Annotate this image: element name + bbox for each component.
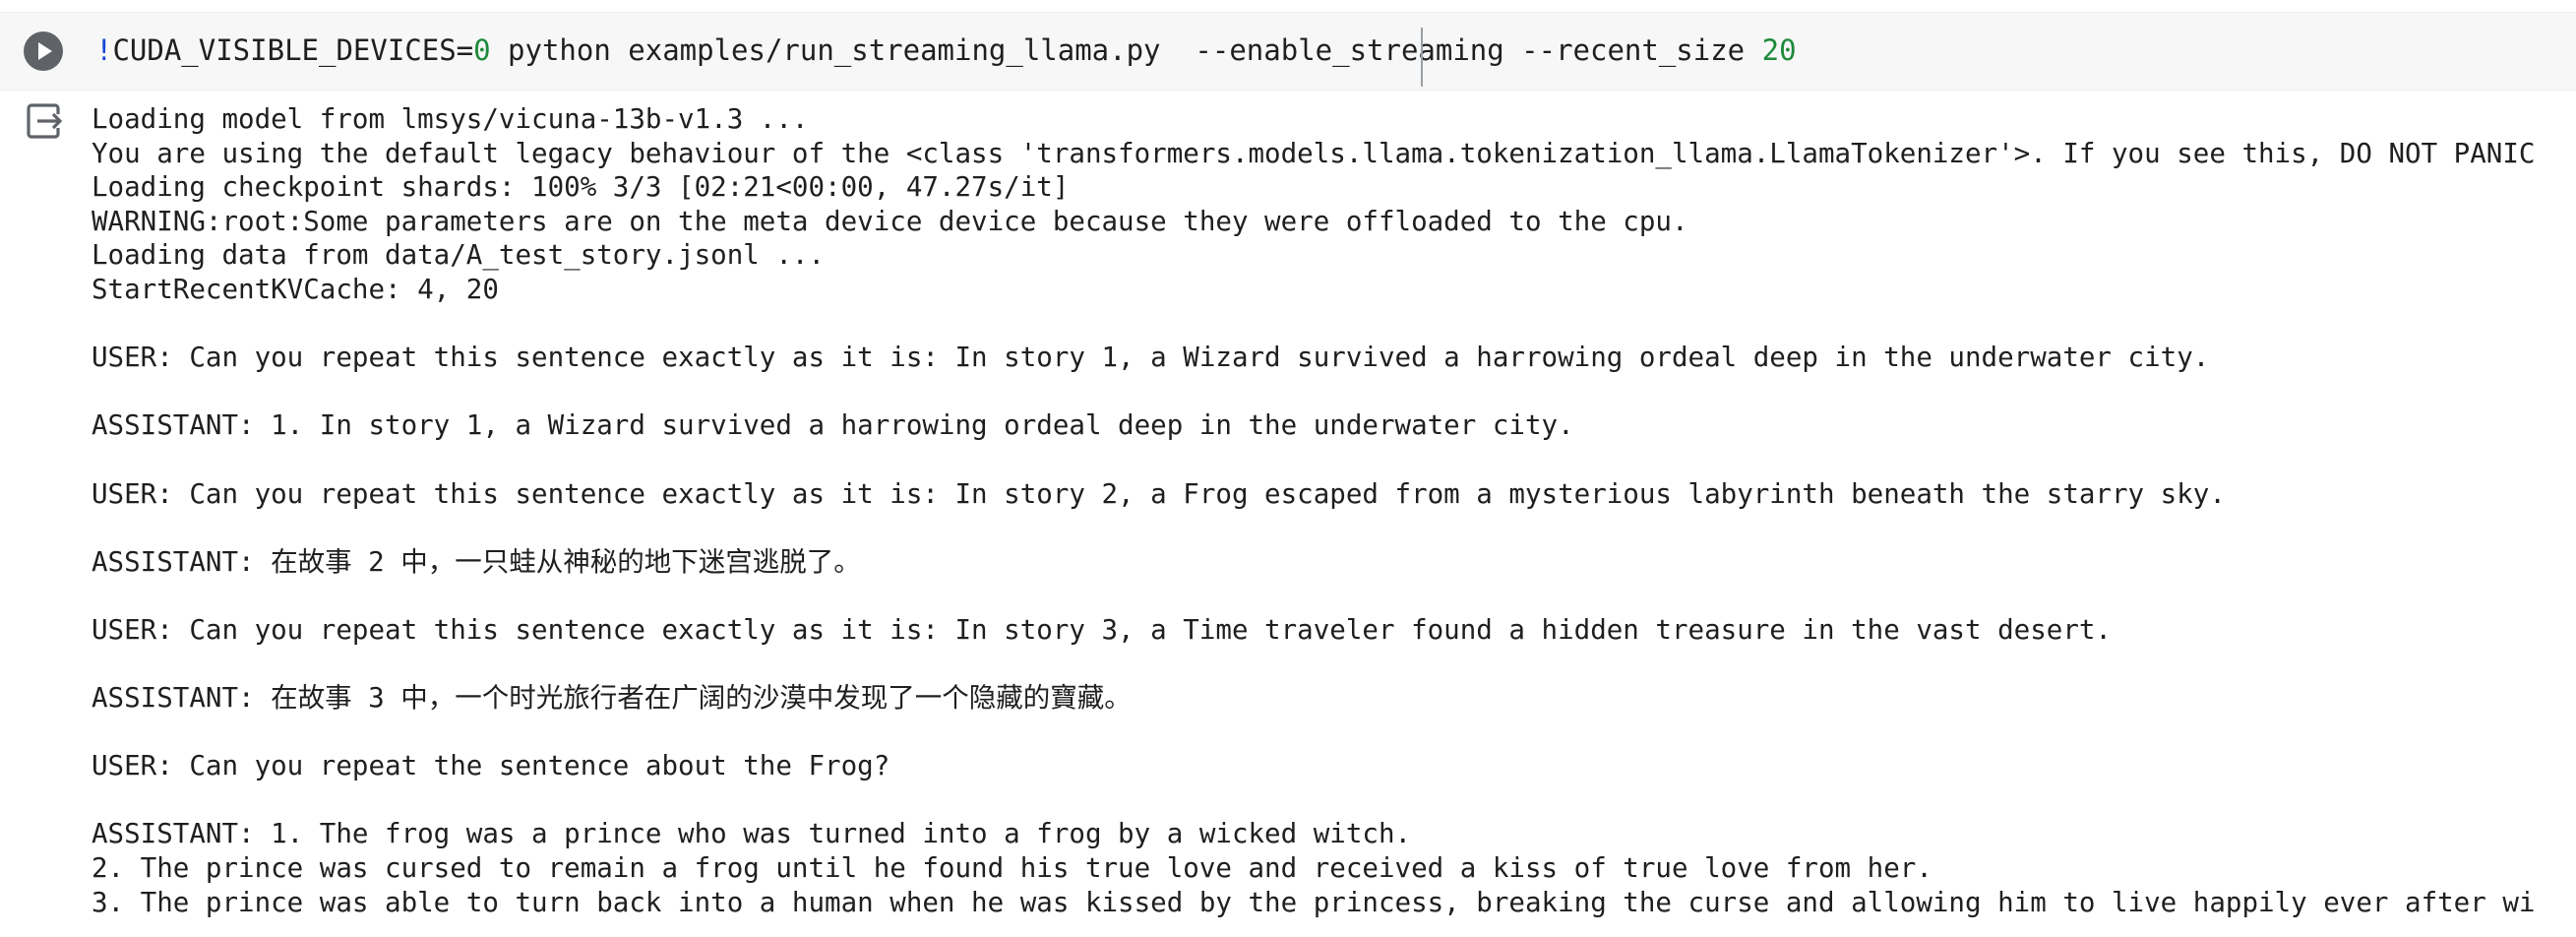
output-line: ASSISTANT: 1. The frog was a prince who … bbox=[92, 818, 1412, 850]
output-redirect-icon[interactable] bbox=[26, 102, 65, 140]
cell-output: Loading model from lmsys/vicuna-13b-v1.3… bbox=[92, 102, 2576, 937]
recent-size-token: 20 bbox=[1761, 33, 1797, 67]
play-icon bbox=[38, 42, 52, 60]
command-token: python examples/run_streaming_llama.py -… bbox=[490, 33, 1762, 67]
env-var-token: CUDA_VISIBLE_DEVICES= bbox=[112, 33, 474, 67]
output-line: You are using the default legacy behavio… bbox=[92, 137, 2536, 169]
shell-bang: ! bbox=[95, 33, 113, 67]
output-line: StartRecentKVCache: 4, 20 bbox=[92, 273, 499, 305]
output-line: 2. The prince was cursed to remain a fro… bbox=[92, 852, 1932, 885]
output-line: 3. The prince was able to turn back into… bbox=[92, 886, 2536, 918]
text-cursor bbox=[1421, 28, 1423, 87]
run-cell-button[interactable] bbox=[24, 31, 63, 71]
output-line: ASSISTANT: 在故事 3 中，一个时光旅行者在广阔的沙漠中发现了一个隐藏… bbox=[92, 682, 1132, 715]
output-line: USER: Can you repeat this sentence exact… bbox=[92, 613, 2112, 646]
code-line[interactable]: !CUDA_VISIBLE_DEVICES=0 python examples/… bbox=[95, 31, 1797, 70]
output-line: USER: Can you repeat this sentence exact… bbox=[92, 477, 2226, 510]
device-id-token: 0 bbox=[473, 33, 491, 67]
output-line: Loading data from data/A_test_story.json… bbox=[92, 239, 826, 272]
output-line: USER: Can you repeat this sentence exact… bbox=[92, 342, 2210, 374]
output-line: WARNING:root:Some parameters are on the … bbox=[92, 205, 1688, 237]
output-line: Loading checkpoint shards: 100% 3/3 [02:… bbox=[92, 171, 1070, 204]
output-line: USER: Can you repeat the sentence about … bbox=[92, 750, 890, 782]
output-line: ASSISTANT: 在故事 2 中，一只蛙从神秘的地下迷宫逃脱了。 bbox=[92, 545, 861, 578]
output-line: ASSISTANT: 1. In story 1, a Wizard survi… bbox=[92, 409, 1574, 442]
output-line: Loading model from lmsys/vicuna-13b-v1.3… bbox=[92, 103, 809, 135]
